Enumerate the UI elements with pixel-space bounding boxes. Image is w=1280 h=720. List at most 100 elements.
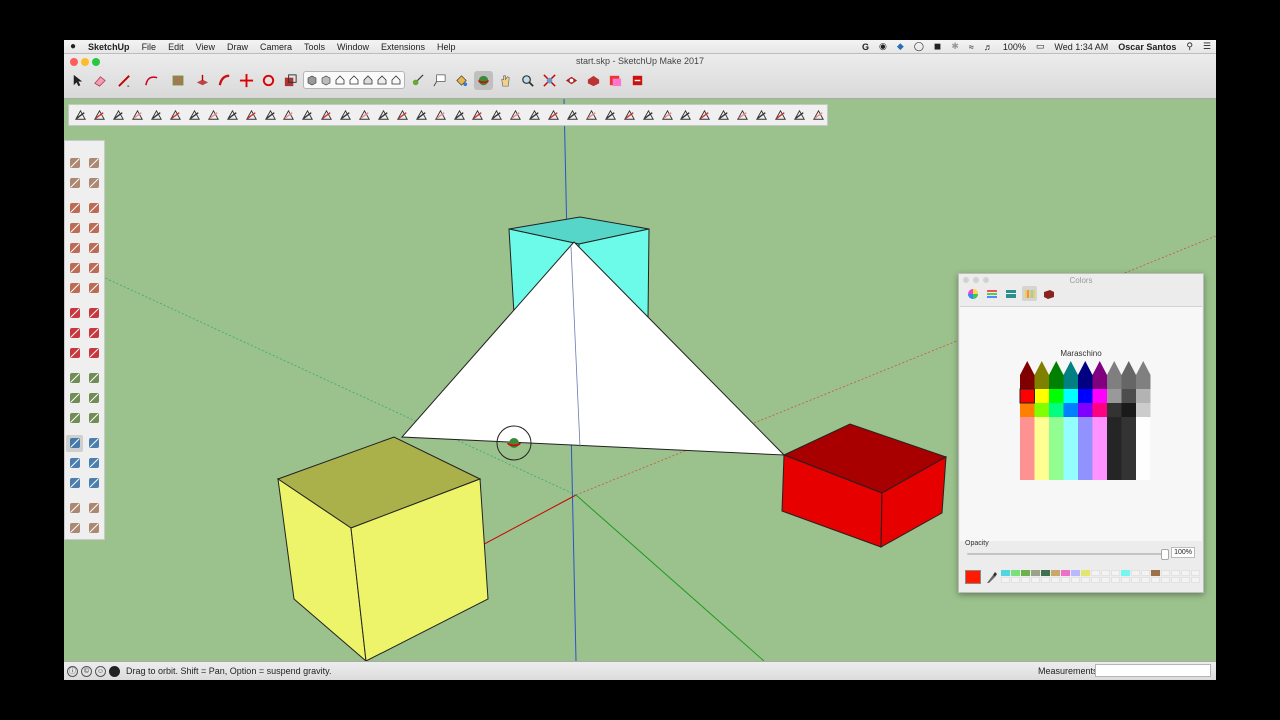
wifi-icon[interactable]: ≈ — [964, 42, 979, 52]
offset-palette-button[interactable] — [86, 345, 103, 362]
color-swatch[interactable] — [1171, 570, 1180, 576]
crayon[interactable] — [1092, 389, 1108, 403]
crayon[interactable] — [1020, 375, 1035, 389]
clock[interactable]: Wed 1:34 AM — [1049, 42, 1113, 52]
crayon[interactable] — [1107, 375, 1122, 389]
opacity-slider[interactable] — [967, 553, 1167, 555]
pan-tool-button[interactable] — [496, 71, 515, 90]
crayon[interactable] — [1078, 389, 1093, 403]
3d-text-palette-button[interactable] — [86, 410, 103, 427]
extension-manager-button[interactable] — [628, 71, 647, 90]
color-swatch[interactable] — [1081, 577, 1090, 583]
color-swatch[interactable] — [1121, 570, 1130, 576]
color-swatch[interactable] — [1071, 570, 1080, 576]
color-swatch[interactable] — [1131, 570, 1140, 576]
select-tool-button[interactable] — [72, 106, 90, 124]
follow-me-tool-button[interactable] — [431, 106, 449, 124]
textured-style-icon[interactable] — [376, 74, 388, 86]
tab-color-sliders[interactable] — [984, 286, 999, 301]
menu-tools[interactable]: Tools — [298, 42, 331, 52]
crayon-tip[interactable] — [1049, 361, 1064, 375]
crayon[interactable] — [1049, 389, 1064, 403]
measurements-input[interactable] — [1095, 664, 1211, 677]
circle-tool-button[interactable] — [223, 106, 241, 124]
user-name[interactable]: Oscar Santos — [1113, 42, 1181, 52]
crayon[interactable] — [1049, 417, 1064, 480]
color-swatch[interactable] — [1091, 577, 1100, 583]
rotated-rectangle-tool-button[interactable] — [167, 106, 185, 124]
polygon-palette-button[interactable] — [86, 240, 103, 257]
line-tool-button[interactable] — [185, 106, 203, 124]
color-swatch[interactable] — [1111, 577, 1120, 583]
crayon[interactable] — [1063, 375, 1079, 389]
crayon[interactable] — [1063, 403, 1079, 417]
app-menu[interactable]: SketchUp — [82, 42, 136, 52]
make-component-palette-button[interactable] — [86, 155, 103, 172]
text-tool-button[interactable] — [507, 106, 525, 124]
extension-warehouse-button[interactable] — [584, 71, 603, 90]
text-palette-button[interactable] — [86, 390, 103, 407]
bluetooth-icon[interactable]: ✱ — [946, 41, 964, 52]
crayon[interactable] — [1136, 417, 1151, 480]
crayon-tip[interactable] — [1034, 361, 1050, 375]
crayon-tip[interactable] — [1020, 361, 1035, 375]
three-point-arc-tool-button[interactable] — [299, 106, 317, 124]
monochrome-style-icon[interactable] — [390, 74, 402, 86]
arc-tool-button[interactable] — [261, 106, 279, 124]
offset-tool-button[interactable] — [356, 106, 374, 124]
scale-tool-button[interactable] — [281, 71, 300, 90]
move-tool-button[interactable] — [375, 106, 393, 124]
protractor-tool-button[interactable] — [488, 106, 506, 124]
3d-warehouse-button[interactable] — [562, 71, 581, 90]
two-point-arc-palette-button[interactable] — [66, 280, 83, 297]
crayon-tip[interactable] — [1107, 361, 1122, 375]
text-tool-button[interactable] — [430, 71, 449, 90]
freehand-tool-button[interactable] — [204, 106, 222, 124]
previous-tool-button[interactable] — [677, 106, 695, 124]
zoom-window-tool-button[interactable] — [639, 106, 657, 124]
timer-icon[interactable]: ◯ — [909, 41, 929, 52]
geo-location-icon[interactable]: ⓘ — [67, 665, 78, 677]
crayon-tip[interactable] — [1078, 361, 1093, 375]
circle-palette-button[interactable] — [66, 240, 83, 257]
orbit-tool-button[interactable] — [474, 70, 493, 90]
sketchup-tray-icon[interactable]: ◆ — [892, 41, 909, 52]
record-icon[interactable]: ◉ — [874, 41, 892, 52]
credits-icon[interactable]: © — [81, 665, 92, 677]
color-swatch[interactable] — [1181, 570, 1190, 576]
color-swatch[interactable] — [1111, 570, 1120, 576]
wireframe-style-icon[interactable] — [334, 74, 346, 86]
rectangle-palette-button[interactable] — [66, 220, 83, 237]
crayon[interactable] — [1063, 389, 1079, 403]
look-around-palette-button[interactable] — [66, 520, 83, 537]
crayon[interactable] — [1078, 417, 1093, 480]
section-plane-palette-button[interactable] — [86, 520, 103, 537]
zoom-extents-tool-button[interactable] — [540, 71, 559, 90]
color-swatch[interactable] — [1091, 570, 1100, 576]
crayon-tip[interactable] — [1063, 361, 1079, 375]
tape-measure-tool-button[interactable] — [408, 71, 427, 90]
volume-icon[interactable]: ♬ — [979, 42, 998, 52]
polygon-tool-button[interactable] — [242, 106, 260, 124]
crayon[interactable] — [1121, 403, 1137, 417]
crayon[interactable] — [1034, 389, 1050, 403]
color-swatch[interactable] — [1021, 577, 1030, 583]
color-swatch[interactable] — [1021, 570, 1030, 576]
dropbox-icon[interactable]: ◼ — [929, 41, 946, 52]
line-tool-button[interactable] — [112, 71, 136, 90]
crayon[interactable] — [1092, 375, 1108, 389]
crayon[interactable] — [1136, 375, 1151, 389]
eraser-tool-button[interactable] — [129, 106, 147, 124]
section-plane-tool-button[interactable] — [564, 106, 582, 124]
back-edges-style-icon[interactable] — [320, 74, 332, 86]
color-swatch[interactable] — [1131, 577, 1140, 583]
3d-text-tool-button[interactable] — [545, 106, 563, 124]
crayon[interactable] — [1034, 417, 1050, 480]
color-swatch[interactable] — [1151, 570, 1160, 576]
select-palette-button[interactable] — [66, 155, 83, 172]
menu-extensions[interactable]: Extensions — [375, 42, 431, 52]
color-swatch[interactable] — [1191, 570, 1200, 576]
move-tool-button[interactable] — [237, 71, 256, 90]
menu-file[interactable]: File — [136, 42, 163, 52]
zoom-tool-button[interactable] — [518, 71, 537, 90]
